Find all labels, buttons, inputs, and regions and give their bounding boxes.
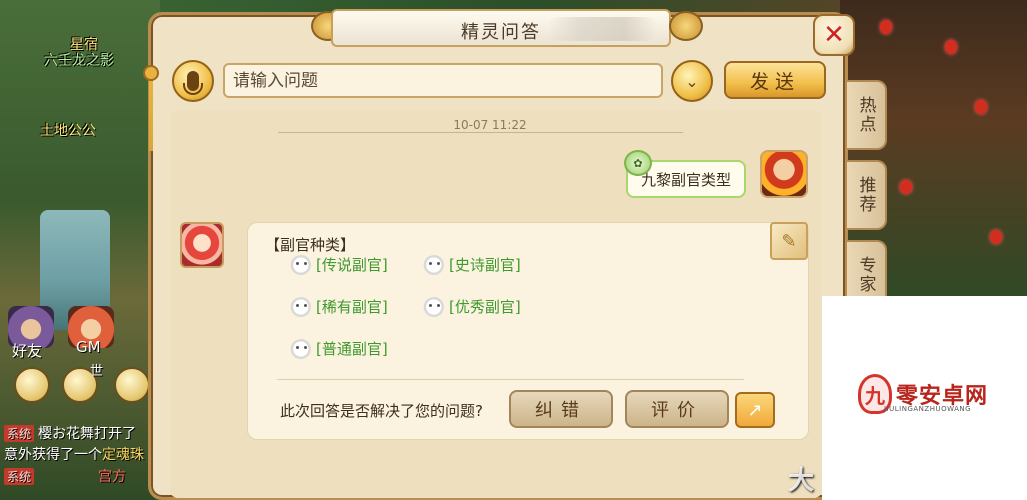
gm-label[interactable]: GM [76,338,101,356]
system-tag: 系统 [4,468,35,485]
lantern-icon [975,100,987,114]
scroll-ornament [669,11,703,41]
divider [277,379,744,380]
share-button[interactable]: ↗ [735,392,775,428]
lantern-icon [945,40,957,54]
link-label: [稀有副官] [316,298,388,316]
answer-link-common[interactable]: [普通副官] [290,338,388,359]
voice-mic-icon[interactable] [114,367,150,403]
link-label: [优秀副官] [449,298,521,316]
watermark-subtitle: JIULINGANZHUOWANG [884,405,972,413]
lantern-icon [900,180,912,194]
tab-hot[interactable]: 热点 [847,80,887,150]
chevron-down-icon: ⌄ [685,71,699,91]
chat-line: 意外获得了一个定魂珠 [4,444,144,464]
npc-name-label: 六壬龙之影 [44,53,114,69]
chat-bubble-icon[interactable] [14,367,50,403]
close-icon: ✕ [823,20,845,50]
link-label: [传说副官] [316,256,388,274]
question-input[interactable] [223,63,663,98]
rate-button[interactable]: 评价 [625,390,729,428]
chat-line: 系统 宫方 [4,466,126,486]
wizard-avatar [180,222,224,268]
bubble-badge-icon: ✿ [624,150,652,176]
system-tag: 系统 [4,425,35,442]
tab-recommend[interactable]: 推荐 [847,160,887,230]
user-avatar [760,150,808,198]
corner-watermark: 大 [788,466,815,496]
share-icon: ↗ [747,399,763,421]
feedback-question: 此次回答是否解决了您的问题? [280,402,483,420]
tassel-ornament [143,65,159,155]
lantern-icon [990,230,1002,244]
sheep-icon [423,254,447,275]
sheep-icon [290,338,314,359]
link-label: [普通副官] [316,340,388,358]
message-timestamp: 10-07 11:22 [453,118,527,130]
dialog-title: 精灵问答 [461,22,541,43]
scroll-note-icon: ✎ [770,222,808,260]
title-plate: 精灵问答 [331,9,671,47]
sheep-icon [423,296,447,317]
chat-highlight: 宫方 [98,469,127,485]
chat-text: 意外获得了一个 [4,447,102,463]
npc-name-label: 土地公公 [40,123,96,139]
answer-link-excellent[interactable]: [优秀副官] [423,296,521,317]
answer-link-legendary[interactable]: [传说副官] [290,254,388,275]
sheep-icon [290,296,314,317]
voice-input-button[interactable] [172,60,214,102]
close-button[interactable]: ✕ [813,14,855,56]
answer-link-epic[interactable]: [史诗副官] [423,254,521,275]
chat-text: 樱お花舞打开了 [38,426,137,442]
answer-link-rare[interactable]: [稀有副官] [290,296,388,317]
chat-line: 系统 樱お花舞打开了 [4,423,136,443]
correct-error-button[interactable]: 纠错 [509,390,613,428]
send-button[interactable]: 发送 [724,61,826,99]
user-message-text: 九黎副官类型 [640,170,731,189]
lantern-icon [880,20,892,34]
history-dropdown-button[interactable]: ⌄ [671,60,713,102]
mic-icon [183,71,203,95]
link-label: [史诗副官] [449,256,521,274]
answer-heading: 【副官种类】 [265,236,356,254]
world-channel-label: 世 [90,364,104,379]
friend-label[interactable]: 好友 [12,340,42,361]
divider [278,132,683,133]
sheep-icon [290,254,314,275]
chat-item-link[interactable]: 定魂珠 [102,447,144,463]
